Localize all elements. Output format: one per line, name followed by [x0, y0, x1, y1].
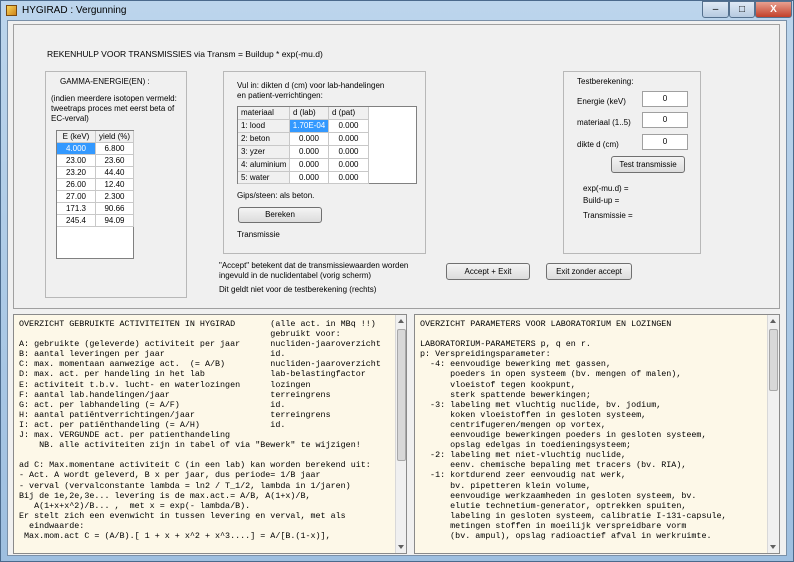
material-name[interactable]: 2: beton	[238, 133, 290, 146]
material-name[interactable]: 1: lood	[238, 120, 290, 133]
gamma-energy-table[interactable]: E (keV) yield (%) 4.000 6.800 23.00 23.6…	[56, 130, 134, 259]
d-lab-cell[interactable]: 0.000	[290, 133, 329, 146]
parameters-overview-panel[interactable]: OVERZICHT PARAMETERS VOOR LABORATORIUM E…	[414, 314, 780, 554]
transmission-result-label: Transmissie	[237, 230, 280, 239]
test-note: Dit geldt niet voor de testberekening (r…	[219, 285, 377, 294]
materials-frame: Vul in: dikten d (cm) voor lab-handeling…	[223, 71, 426, 254]
minimize-button[interactable]: –	[702, 1, 729, 18]
buildup-output-label: Build-up =	[583, 196, 620, 205]
thickness-input[interactable]: 0	[642, 134, 688, 150]
transmission-panel: REKENHULP VOOR TRANSMISSIES via Transm =…	[13, 24, 780, 309]
d-pat-cell[interactable]: 0.000	[329, 172, 369, 184]
d-lab-cell[interactable]: 0.000	[290, 146, 329, 159]
d-pat-cell[interactable]: 0.000	[329, 146, 369, 159]
column-header-material[interactable]: materiaal	[238, 107, 290, 120]
gamma-energy-frame: GAMMA-ENERGIE(EN) : (indien meerdere iso…	[45, 71, 187, 298]
gamma-title: GAMMA-ENERGIE(EN) :	[60, 77, 150, 86]
test-title: Testberekening:	[577, 77, 634, 86]
material-input[interactable]: 0	[642, 112, 688, 128]
d-lab-cell[interactable]: 0.000	[290, 159, 329, 172]
activities-scroll-thumb[interactable]	[397, 329, 406, 461]
window-title: HYGIRAD : Vergunning	[22, 5, 127, 16]
accept-exit-button[interactable]: Accept + Exit	[446, 263, 530, 280]
test-transmission-button[interactable]: Test transmissie	[611, 156, 685, 173]
energy-cell[interactable]: 245.4	[57, 215, 96, 227]
activities-overview-text: OVERZICHT GEBRUIKTE ACTIVITEITEN IN HYGI…	[19, 319, 381, 541]
material-name[interactable]: 5: water	[238, 172, 290, 184]
scroll-down-icon[interactable]	[770, 545, 776, 549]
parameters-overview-text: OVERZICHT PARAMETERS VOOR LABORATORIUM E…	[420, 319, 727, 541]
compute-button[interactable]: Bereken	[238, 207, 322, 223]
gips-note: Gips/steen: als beton.	[237, 191, 315, 200]
energy-cell[interactable]: 4.000	[57, 143, 96, 155]
maximize-icon: □	[738, 4, 746, 15]
energy-label: Energie (keV)	[577, 97, 626, 106]
yield-cell[interactable]: 90.66	[96, 203, 134, 215]
title-bar[interactable]: HYGIRAD : Vergunning – □ X	[1, 1, 794, 21]
energy-cell[interactable]: 23.00	[57, 155, 96, 167]
minimize-icon: –	[712, 4, 719, 15]
thickness-label: dikte d (cm)	[577, 140, 619, 149]
yield-cell[interactable]: 6.800	[96, 143, 134, 155]
scroll-down-icon[interactable]	[398, 545, 404, 549]
maximize-button[interactable]: □	[729, 1, 755, 18]
column-header-energy[interactable]: E (keV)	[57, 131, 96, 143]
energy-cell[interactable]: 23.20	[57, 167, 96, 179]
close-button[interactable]: X	[755, 1, 792, 18]
yield-cell[interactable]: 12.40	[96, 179, 134, 191]
scroll-up-icon[interactable]	[770, 319, 776, 323]
yield-cell[interactable]: 23.60	[96, 155, 134, 167]
d-lab-cell[interactable]: 0.000	[290, 172, 329, 184]
column-header-d-pat[interactable]: d (pat)	[329, 107, 369, 120]
exit-without-accept-button[interactable]: Exit zonder accept	[546, 263, 632, 280]
gamma-note: (indien meerdere isotopen vermeld: tweet…	[51, 94, 177, 123]
yield-cell[interactable]: 44.40	[96, 167, 134, 179]
parameters-scroll-thumb[interactable]	[769, 329, 778, 391]
activities-scrollbar[interactable]	[395, 315, 406, 553]
d-pat-cell[interactable]: 0.000	[329, 120, 369, 133]
transmission-output-label: Transmissie =	[583, 211, 633, 220]
page-title: REKENHULP VOOR TRANSMISSIES via Transm =…	[47, 49, 323, 59]
energy-input[interactable]: 0	[642, 91, 688, 107]
d-pat-cell[interactable]: 0.000	[329, 159, 369, 172]
yield-cell[interactable]: 94.09	[96, 215, 134, 227]
parameters-scrollbar[interactable]	[767, 315, 779, 553]
app-icon	[6, 5, 17, 16]
scroll-up-icon[interactable]	[398, 319, 404, 323]
d-pat-cell[interactable]: 0.000	[329, 133, 369, 146]
exp-output-label: exp(-mu.d) =	[583, 184, 629, 193]
materials-table[interactable]: materiaal d (lab) d (pat) 1: lood 1.70E-…	[237, 106, 417, 184]
material-name[interactable]: 4: aluminium	[238, 159, 290, 172]
d-lab-cell[interactable]: 1.70E-04	[290, 120, 329, 133]
energy-cell[interactable]: 26.00	[57, 179, 96, 191]
activities-overview-panel[interactable]: OVERZICHT GEBRUIKTE ACTIVITEITEN IN HYGI…	[13, 314, 407, 554]
materials-intro: Vul in: dikten d (cm) voor lab-handeling…	[237, 81, 385, 100]
test-frame: Testberekening: Energie (keV) 0 materiaa…	[563, 71, 701, 254]
column-header-yield[interactable]: yield (%)	[96, 131, 134, 143]
energy-cell[interactable]: 171.3	[57, 203, 96, 215]
material-label: materiaal (1..5)	[577, 118, 631, 127]
yield-cell[interactable]: 2.300	[96, 191, 134, 203]
material-name[interactable]: 3: yzer	[238, 146, 290, 159]
accept-note: "Accept" betekent dat de transmissiewaar…	[219, 261, 409, 280]
close-icon: X	[770, 4, 777, 15]
column-header-d-lab[interactable]: d (lab)	[290, 107, 329, 120]
energy-cell[interactable]: 27.00	[57, 191, 96, 203]
